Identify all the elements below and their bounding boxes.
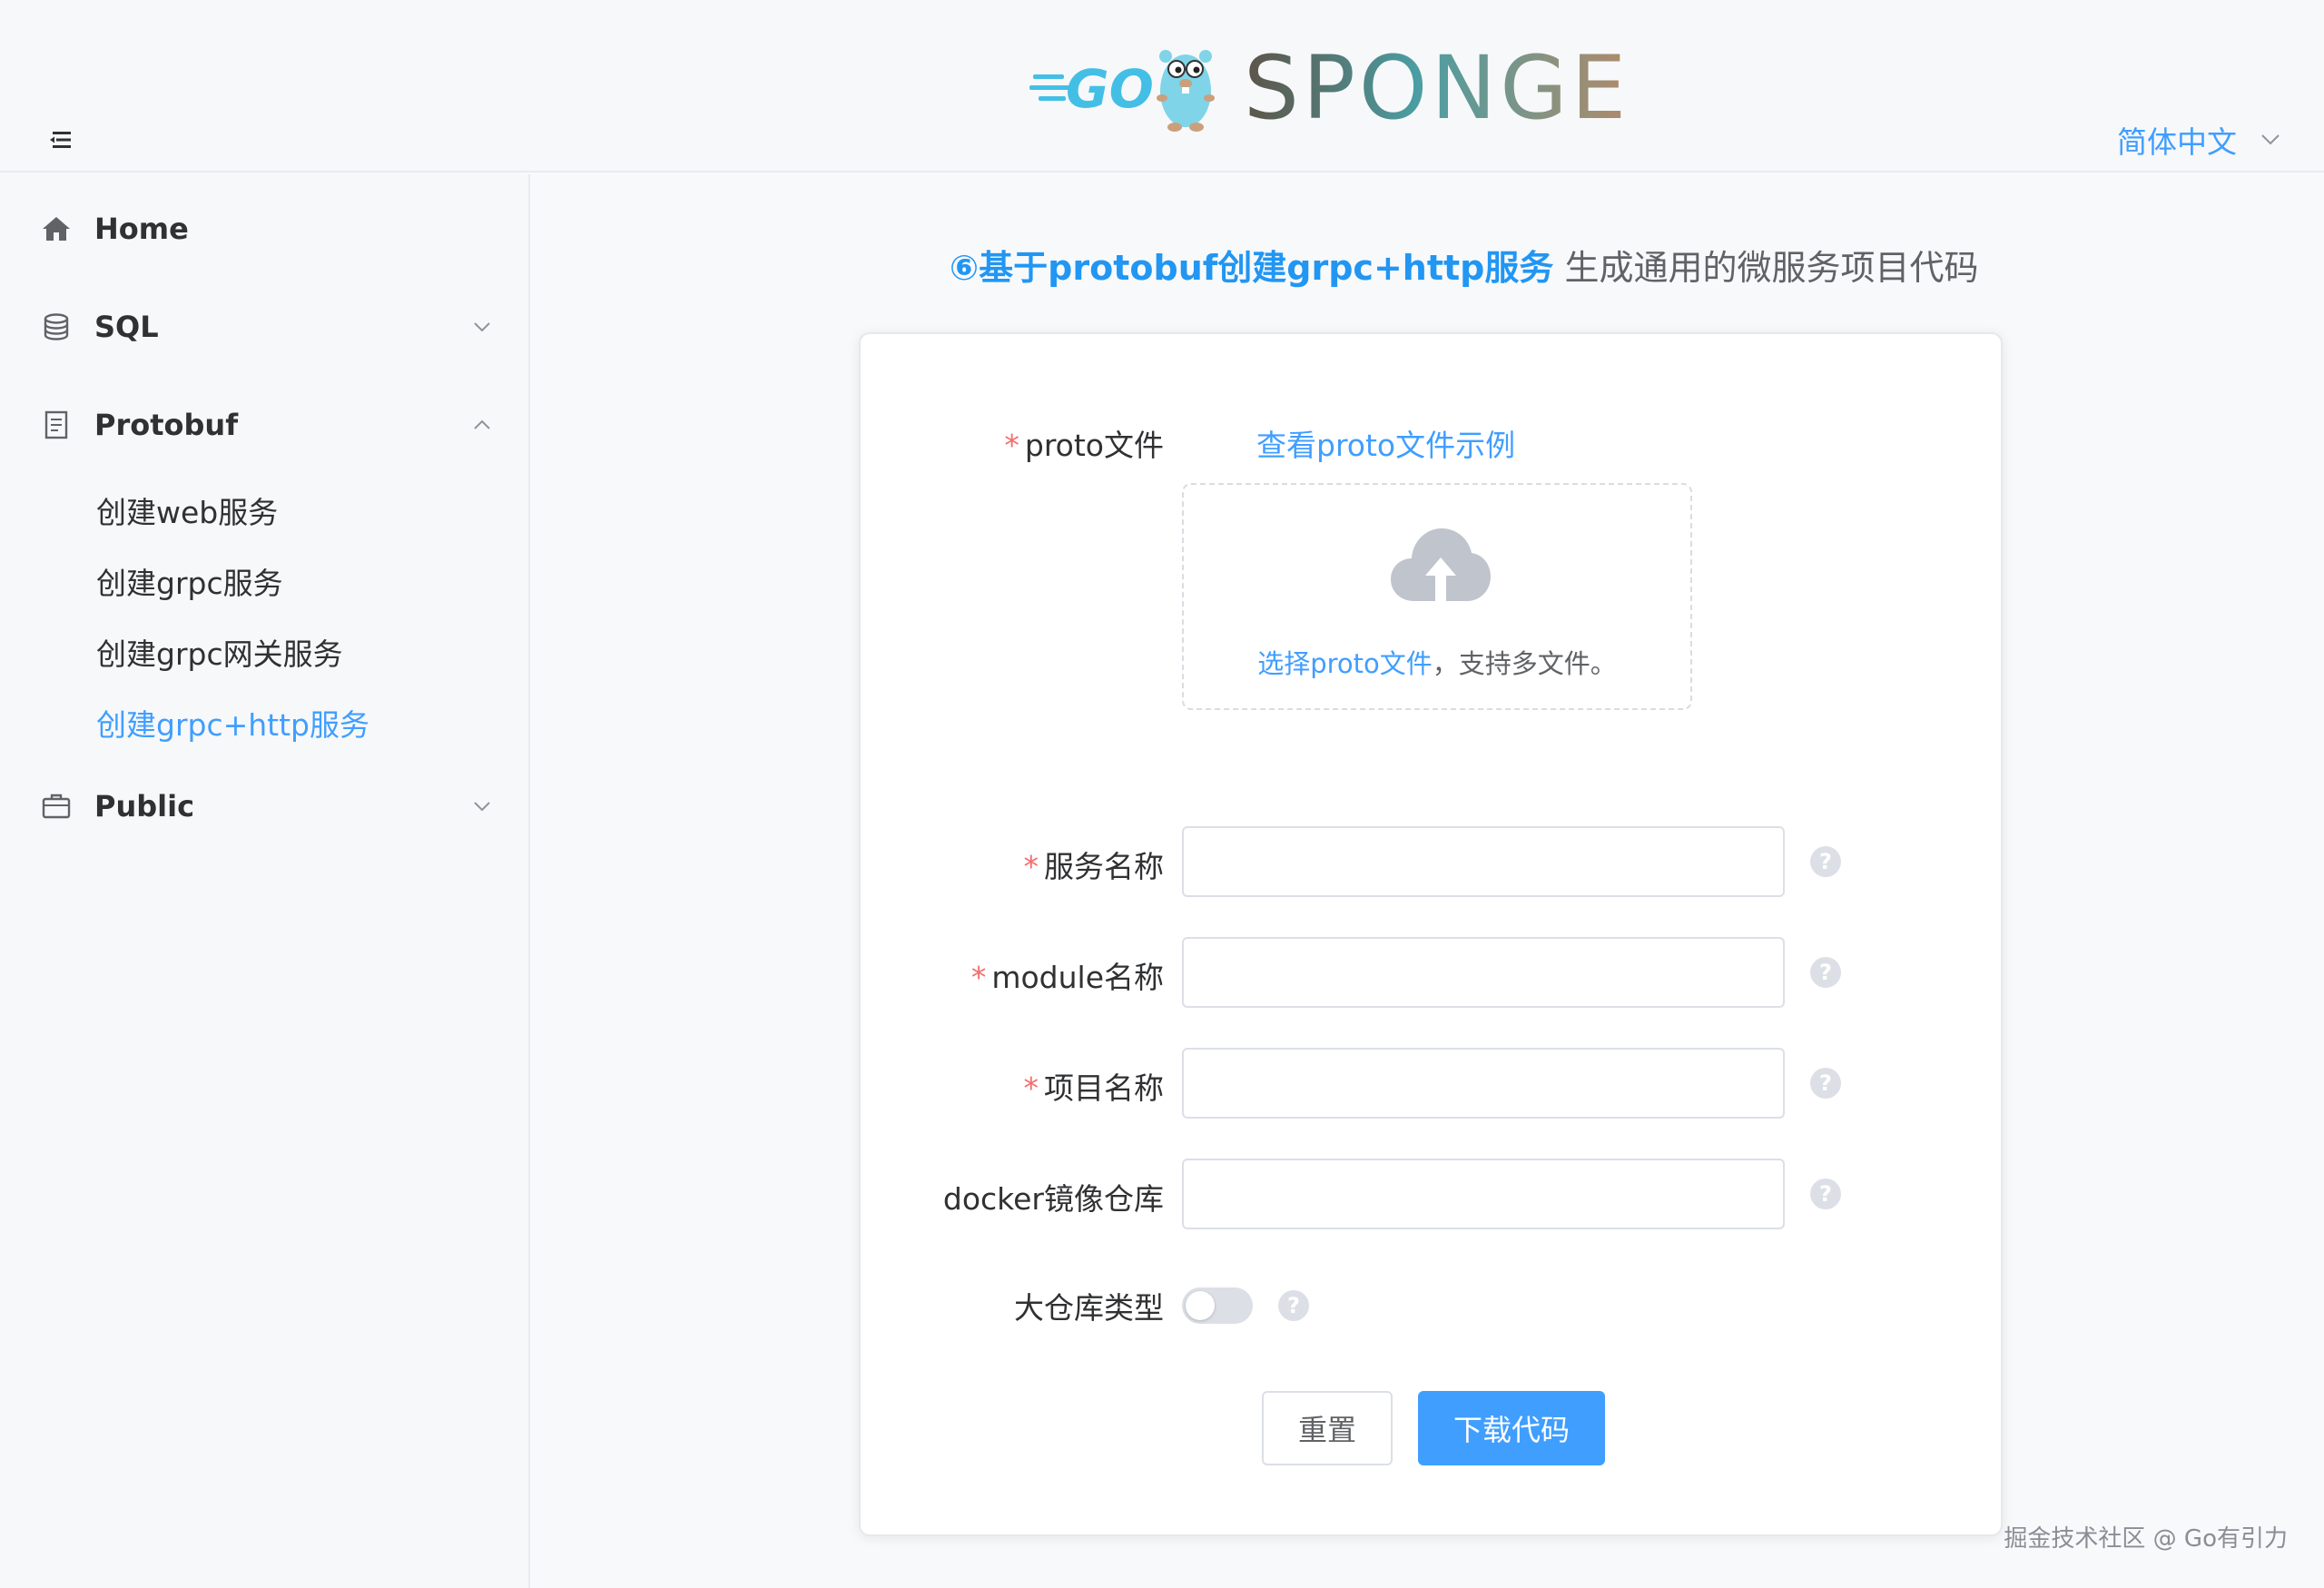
sidebar-subitem-grpc[interactable]: 创建grpc服务 bbox=[96, 559, 283, 603]
sidebar-subitem-grpc-gateway[interactable]: 创建grpc网关服务 bbox=[96, 630, 343, 674]
proto-file-label: * proto文件 bbox=[1004, 428, 1164, 463]
cloud-upload-icon bbox=[1391, 528, 1491, 601]
required-mark: * bbox=[970, 960, 987, 995]
sidebar-item-home[interactable]: Home bbox=[0, 192, 528, 265]
upload-hint-text: ，支持多文件。 bbox=[1432, 648, 1617, 679]
top-header: GO SPONGE 简体中文 bbox=[0, 0, 2324, 173]
form-card: * proto文件 查看proto文件示例 选择proto文件，支持多文件。 * 服… bbox=[859, 332, 2003, 1536]
toggle-knob bbox=[1186, 1291, 1215, 1320]
service-name-label-wrap: * 服务名称 bbox=[861, 843, 1165, 888]
docker-label-wrap: docker镜像仓库 bbox=[861, 1175, 1164, 1220]
monorepo-toggle[interactable] bbox=[1182, 1287, 1253, 1324]
help-icon[interactable]: ? bbox=[1278, 1290, 1309, 1321]
logo-sponge-text: SPONGE bbox=[1244, 37, 1630, 136]
project-name-label-wrap: * 项目名称 bbox=[861, 1064, 1165, 1110]
sidebar: Home SQL Protobuf 创建web服务 创建grpc服务 创建grp… bbox=[0, 174, 530, 1588]
home-icon bbox=[43, 217, 70, 241]
service-name-input[interactable] bbox=[1182, 826, 1785, 897]
project-name-input[interactable] bbox=[1182, 1048, 1785, 1119]
monorepo-label-wrap: 大仓库类型 bbox=[861, 1284, 1164, 1329]
page-title-highlight: ⑥基于protobuf创建grpc+http服务 bbox=[950, 248, 1554, 288]
sidebar-item-protobuf[interactable]: Protobuf bbox=[0, 389, 528, 461]
sidebar-item-label: SQL bbox=[94, 310, 159, 344]
proto-example-link[interactable]: 查看proto文件示例 bbox=[1256, 421, 1515, 465]
module-name-label: * module名称 bbox=[970, 960, 1164, 995]
page-title: ⑥基于protobuf创建grpc+http服务 生成通用的微服务项目代码 bbox=[950, 240, 1978, 290]
watermark: 掘金技术社区 @ Go有引力 bbox=[2004, 1525, 2288, 1553]
page-title-subtitle: 生成通用的微服务项目代码 bbox=[1553, 248, 1979, 288]
chevron-down-icon bbox=[474, 802, 490, 812]
required-mark: * bbox=[1004, 428, 1019, 463]
sidebar-subitem-grpc-http[interactable]: 创建grpc+http服务 bbox=[96, 701, 369, 745]
service-name-label: * 服务名称 bbox=[1023, 849, 1165, 884]
upload-select-link[interactable]: 选择proto文件 bbox=[1257, 648, 1433, 679]
module-name-label-wrap: * module名称 bbox=[861, 953, 1164, 999]
chevron-down-icon bbox=[474, 322, 490, 332]
sidebar-item-label: Public bbox=[94, 789, 195, 824]
project-name-label: * 项目名称 bbox=[1023, 1070, 1165, 1106]
gopher-mascot-icon bbox=[1157, 50, 1215, 132]
sidebar-item-label: Protobuf bbox=[94, 408, 239, 442]
help-icon[interactable]: ? bbox=[1810, 1179, 1841, 1209]
reset-button[interactable]: 重置 bbox=[1262, 1391, 1393, 1465]
monorepo-label: 大仓库类型 bbox=[1014, 1290, 1164, 1326]
document-icon bbox=[44, 410, 68, 439]
help-icon[interactable]: ? bbox=[1810, 846, 1841, 877]
database-icon bbox=[44, 313, 69, 340]
help-icon[interactable]: ? bbox=[1810, 957, 1841, 988]
docker-registry-label: docker镜像仓库 bbox=[942, 1181, 1164, 1217]
docker-registry-input[interactable] bbox=[1182, 1159, 1785, 1229]
proto-file-label-wrap: * proto文件 bbox=[861, 421, 1164, 467]
required-mark: * bbox=[1023, 1070, 1039, 1106]
sidebar-subitem-web[interactable]: 创建web服务 bbox=[96, 488, 278, 532]
chevron-up-icon bbox=[474, 419, 490, 429]
language-label: 简体中文 bbox=[2117, 124, 2237, 160]
sidebar-item-sql[interactable]: SQL bbox=[0, 291, 528, 363]
help-icon[interactable]: ? bbox=[1810, 1068, 1841, 1099]
menu-toggle-icon[interactable] bbox=[49, 129, 74, 151]
briefcase-icon bbox=[42, 794, 71, 819]
upload-hint: 选择proto文件，支持多文件。 bbox=[1184, 643, 1690, 681]
sidebar-item-label: Home bbox=[94, 212, 189, 246]
proto-upload-dropzone[interactable]: 选择proto文件，支持多文件。 bbox=[1182, 483, 1692, 710]
chevron-down-icon bbox=[2261, 134, 2280, 145]
language-selector[interactable]: 简体中文 bbox=[2117, 118, 2280, 162]
download-code-button[interactable]: 下载代码 bbox=[1418, 1391, 1605, 1465]
module-name-input[interactable] bbox=[1182, 937, 1785, 1008]
sidebar-item-public[interactable]: Public bbox=[0, 770, 528, 843]
go-sponge-logo: GO SPONGE bbox=[1029, 36, 1647, 139]
logo-go-text: GO bbox=[1066, 58, 1154, 120]
required-mark: * bbox=[1023, 849, 1039, 884]
